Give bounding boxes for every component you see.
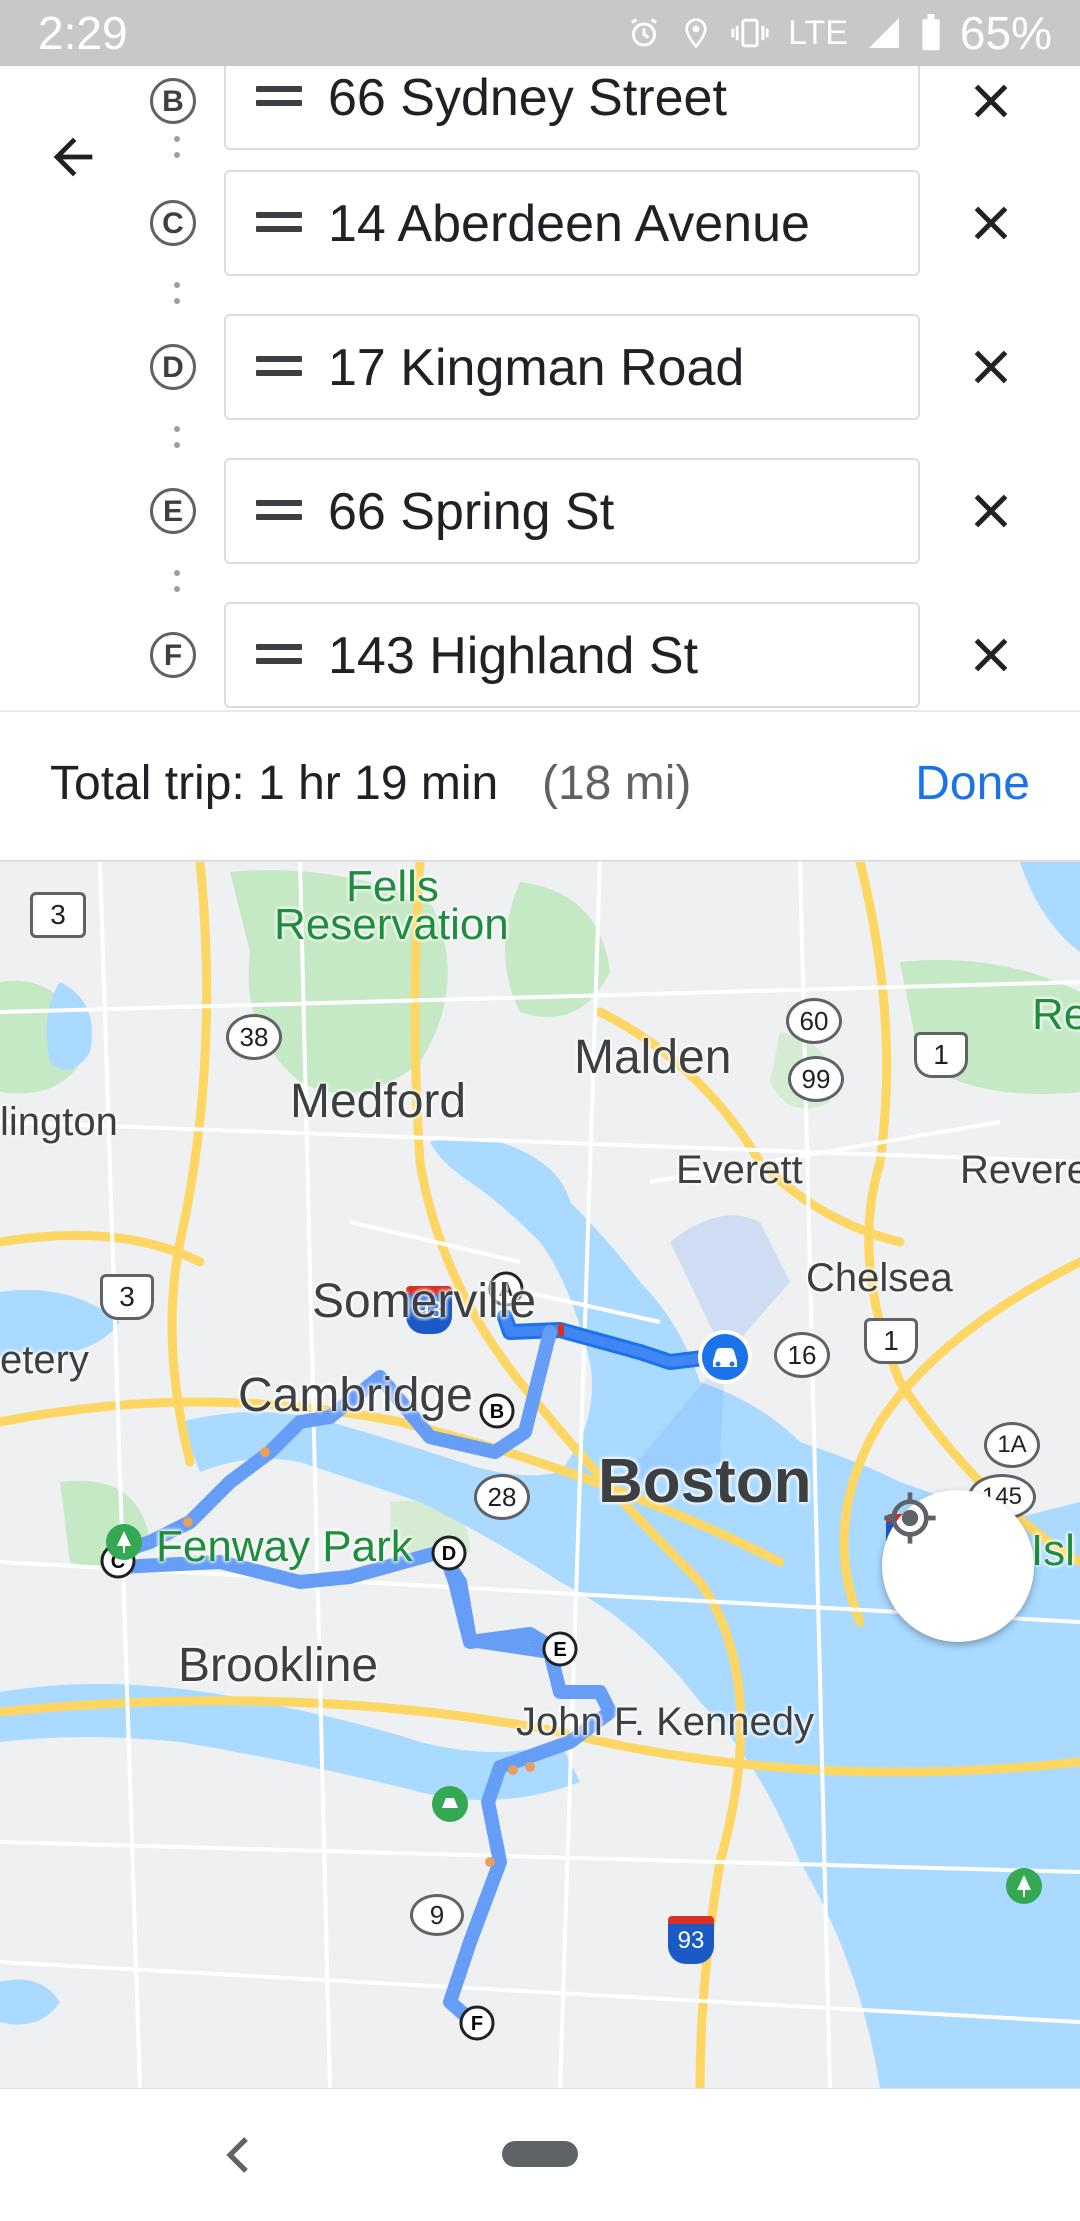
trip-duration: Total trip: 1 hr 19 min	[50, 757, 499, 810]
close-icon[interactable]	[966, 342, 1016, 392]
stop-address: 14 Aberdeen Avenue	[328, 195, 810, 253]
route-shield: 38	[226, 1014, 282, 1060]
map-label-revere: Revere	[960, 1148, 1080, 1192]
route-connector-dots	[174, 136, 180, 168]
home-pill-button[interactable]	[502, 2141, 578, 2167]
status-time: 2:29	[38, 7, 128, 59]
map-label-cambridge: Cambridge	[238, 1369, 473, 1422]
interstate-shield: 93	[668, 1916, 714, 1964]
map-label-cemetery: etery	[0, 1338, 89, 1382]
map-label-fenway: Fenway Park	[156, 1522, 413, 1571]
stop-input-f[interactable]: 143 Highland St	[224, 602, 920, 708]
drag-handle-icon[interactable]	[256, 86, 302, 108]
svg-text:B: B	[490, 1401, 504, 1423]
location-icon	[685, 18, 707, 49]
stop-marker-e: E	[150, 488, 196, 534]
stop-row-b: B 66 Sydney Street	[0, 66, 1080, 152]
route-shield: 3	[30, 892, 86, 938]
map-label-reservation: Reservation	[274, 900, 509, 949]
route-connector-dots	[174, 426, 180, 458]
route-shield: 1	[914, 1032, 968, 1078]
my-location-icon	[884, 1492, 936, 1544]
map-label-boston: Boston	[598, 1447, 812, 1516]
drag-handle-icon[interactable]	[256, 644, 302, 666]
route-shield: 60	[786, 998, 842, 1044]
trip-distance: (18 mi)	[542, 757, 692, 810]
map-label-somerville: Somerville	[312, 1275, 537, 1328]
stop-input-d[interactable]: 17 Kingman Road	[224, 314, 920, 420]
stop-row-f: F 143 Highland St	[0, 602, 1080, 711]
vibrate-icon	[731, 18, 769, 48]
nav-back-icon[interactable]	[222, 2135, 252, 2175]
stop-address: 66 Sydney Street	[328, 69, 727, 127]
status-bar: 2:29 LTE 65%	[0, 0, 1080, 66]
map-view[interactable]: A B C D E F 3 38 60 99 1 93 3 16 1 1A 14…	[0, 862, 1080, 2088]
battery-percent: 65%	[959, 7, 1052, 59]
route-marker-b[interactable]: B	[478, 1392, 516, 1430]
route-shield: 1A	[984, 1422, 1040, 1468]
stop-marker-b: B	[150, 78, 196, 124]
map-label-brookline: Brookline	[178, 1639, 379, 1692]
stop-row-c: C 14 Aberdeen Avenue	[0, 170, 1080, 280]
close-icon[interactable]	[966, 76, 1016, 126]
route-marker-e[interactable]: E	[541, 1630, 579, 1668]
svg-text:D: D	[442, 1543, 456, 1565]
stop-address: 17 Kingman Road	[328, 339, 745, 397]
alarm-icon	[631, 18, 657, 47]
map-label-malden: Malden	[574, 1031, 732, 1084]
stop-marker-d: D	[150, 344, 196, 390]
close-icon[interactable]	[966, 486, 1016, 536]
done-button[interactable]: Done	[915, 756, 1030, 811]
trip-summary: Total trip: 1 hr 19 min (18 mi) Done	[0, 712, 1080, 860]
battery-icon	[922, 14, 940, 51]
map-label-jfk: John F. Kennedy	[516, 1700, 814, 1744]
route-shield: 1	[864, 1318, 918, 1364]
drag-handle-icon[interactable]	[256, 356, 302, 378]
stop-input-c[interactable]: 14 Aberdeen Avenue	[224, 170, 920, 276]
drag-handle-icon[interactable]	[256, 212, 302, 234]
route-marker-d[interactable]: D	[430, 1534, 468, 1572]
network-type: LTE	[788, 13, 848, 52]
route-connector-dots	[174, 282, 180, 314]
system-nav-bar	[0, 2088, 1080, 2221]
close-icon[interactable]	[966, 198, 1016, 248]
map-label-chelsea: Chelsea	[806, 1256, 953, 1300]
stop-marker-c: C	[150, 200, 196, 246]
stop-row-d: D 17 Kingman Road	[0, 314, 1080, 424]
map-label-everett: Everett	[676, 1148, 803, 1192]
map-label-re-top: Re	[1032, 990, 1080, 1039]
car-icon[interactable]	[696, 1328, 754, 1386]
route-connector-dots	[174, 570, 180, 602]
svg-text:E: E	[553, 1639, 566, 1661]
close-icon[interactable]	[966, 630, 1016, 680]
drag-handle-icon[interactable]	[256, 500, 302, 522]
map-label-medford: Medford	[290, 1075, 467, 1128]
route-marker-f[interactable]: F	[458, 2004, 496, 2042]
svg-text:F: F	[471, 2013, 483, 2035]
route-shield: 99	[788, 1056, 844, 1102]
route-shield: 16	[774, 1332, 830, 1378]
directions-panel: B 66 Sydney Street C 14 Aberdeen Avenue …	[0, 66, 1080, 711]
stop-address: 66 Spring St	[328, 483, 615, 541]
park-icon	[1006, 1868, 1042, 1904]
route-shield: 9	[410, 1894, 464, 1936]
stop-row-e: E 66 Spring St	[0, 458, 1080, 568]
signal-icon	[868, 18, 899, 48]
route-shield: 28	[474, 1474, 530, 1520]
park-icon	[432, 1786, 468, 1822]
route-shield: 3	[100, 1274, 154, 1320]
stop-input-b[interactable]: 66 Sydney Street	[224, 66, 920, 150]
status-icons: LTE 65%	[626, 7, 1052, 59]
stop-address: 143 Highland St	[328, 627, 699, 685]
my-location-button[interactable]	[882, 1490, 1034, 1642]
stop-marker-f: F	[150, 632, 196, 678]
stop-input-e[interactable]: 66 Spring St	[224, 458, 920, 564]
map-label-arlington: lington	[0, 1100, 118, 1144]
park-icon	[106, 1524, 142, 1560]
